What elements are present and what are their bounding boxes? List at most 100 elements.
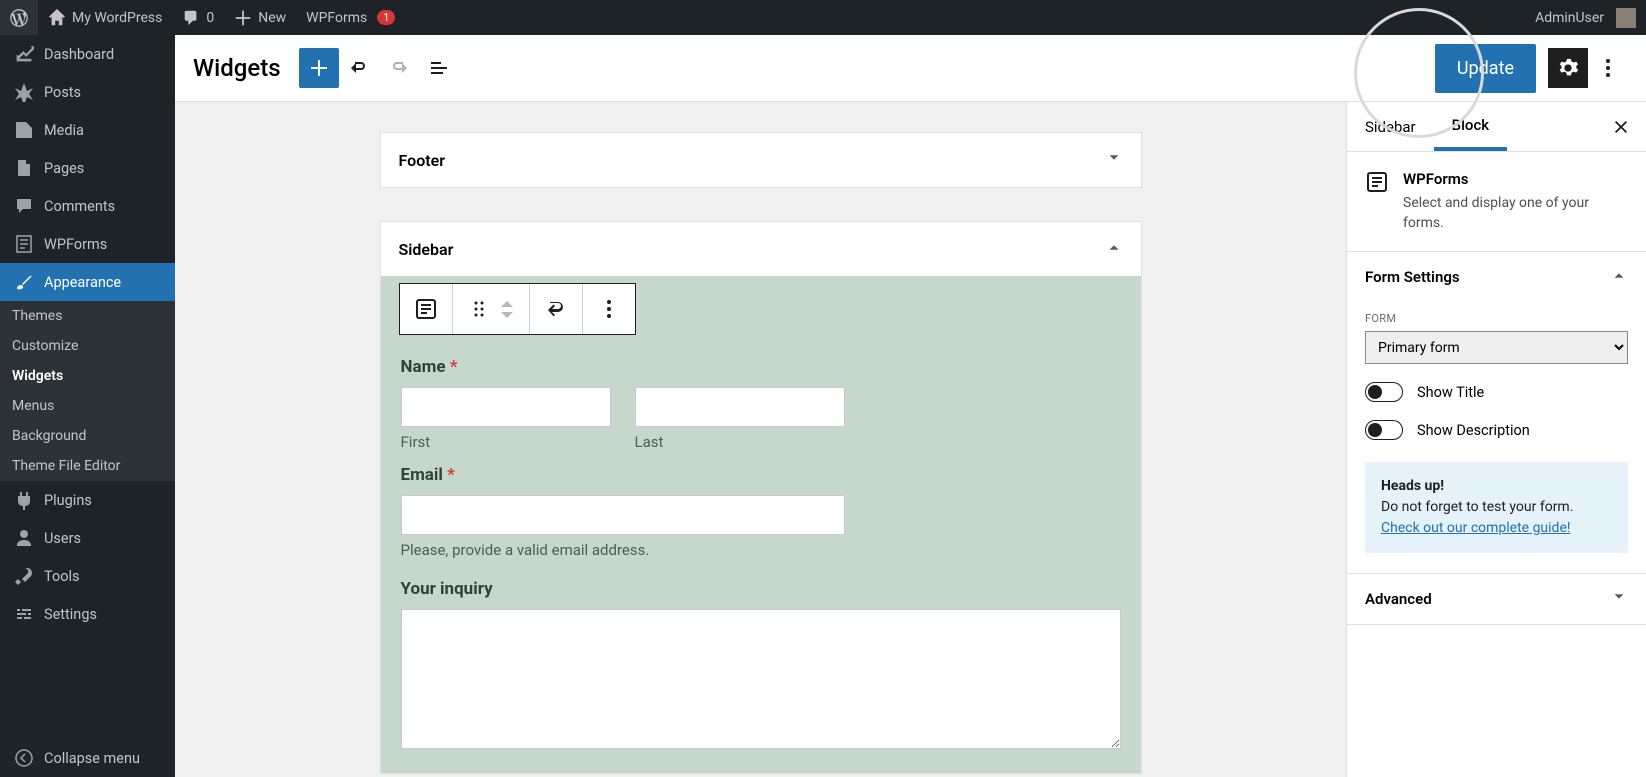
- appearance-submenu: Themes Customize Widgets Menus Backgroun…: [0, 301, 175, 481]
- close-settings-button[interactable]: [1596, 102, 1646, 151]
- email-input[interactable]: [401, 495, 845, 535]
- editor-header: Widgets Update: [175, 35, 1646, 102]
- sidebar-sub-background[interactable]: Background: [0, 421, 175, 451]
- sidebar-item-media[interactable]: Media: [0, 111, 175, 149]
- user-account-link[interactable]: AdminUser: [1525, 0, 1646, 35]
- widgets-canvas: Footer Sidebar: [175, 102, 1346, 777]
- plugin-icon: [14, 490, 34, 510]
- notice-link[interactable]: Check out our complete guide!: [1381, 520, 1571, 536]
- sidebar-item-users[interactable]: Users: [0, 519, 175, 557]
- wp-logo-link[interactable]: [0, 0, 38, 35]
- sidebar-item-plugins[interactable]: Plugins: [0, 481, 175, 519]
- form-select[interactable]: Primary form: [1365, 331, 1628, 364]
- new-content-link[interactable]: New: [224, 0, 296, 35]
- chevron-up-icon: [1105, 238, 1123, 260]
- tab-sidebar[interactable]: Sidebar: [1347, 102, 1434, 151]
- move-down-icon[interactable]: [499, 310, 515, 320]
- update-button[interactable]: Update: [1435, 44, 1536, 93]
- block-more-button[interactable]: [583, 284, 635, 334]
- widget-area-footer-header[interactable]: Footer: [381, 133, 1141, 187]
- new-label: New: [258, 10, 286, 26]
- collapse-icon: [14, 748, 34, 768]
- undo-icon: [347, 56, 371, 80]
- wpforms-count-badge: 1: [377, 10, 395, 25]
- email-label: Email *: [401, 465, 1121, 485]
- more-options-button[interactable]: [1588, 48, 1628, 88]
- block-move-handle[interactable]: [453, 284, 530, 334]
- sidebar-sub-widgets[interactable]: Widgets: [0, 361, 175, 391]
- block-name: WPForms: [1403, 170, 1628, 188]
- user-name: AdminUser: [1535, 10, 1604, 26]
- form-select-label: FORM: [1365, 312, 1628, 325]
- widget-area-sidebar-header[interactable]: Sidebar: [381, 222, 1141, 276]
- sidebar-item-posts[interactable]: Posts: [0, 73, 175, 111]
- show-title-toggle[interactable]: [1365, 382, 1403, 402]
- page-title: Widgets: [193, 54, 281, 82]
- show-description-label: Show Description: [1417, 422, 1530, 439]
- widget-area-title: Footer: [399, 151, 445, 170]
- wpforms-icon: [14, 234, 34, 254]
- admin-menu: Dashboard Posts Media Pages Comments WPF…: [0, 35, 175, 777]
- inquiry-textarea[interactable]: [401, 609, 1121, 749]
- email-hint: Please, provide a valid email address.: [401, 541, 1121, 559]
- sidebar-sub-menus[interactable]: Menus: [0, 391, 175, 421]
- more-vertical-icon: [1596, 56, 1620, 80]
- form-settings-body: FORM Primary form Show Title Show Descri…: [1347, 302, 1646, 573]
- block-move-to-button[interactable]: [530, 284, 583, 334]
- show-description-toggle[interactable]: [1365, 420, 1403, 440]
- sidebar-item-pages[interactable]: Pages: [0, 149, 175, 187]
- sidebar-item-label: Comments: [44, 198, 115, 215]
- redo-button[interactable]: [379, 48, 419, 88]
- block-toolbar: [399, 283, 636, 335]
- wpforms-block-icon: [414, 297, 438, 321]
- advanced-toggle[interactable]: Advanced: [1347, 574, 1646, 624]
- sidebar-item-label: WPForms: [44, 236, 107, 253]
- sidebar-item-dashboard[interactable]: Dashboard: [0, 35, 175, 73]
- sidebar-item-tools[interactable]: Tools: [0, 557, 175, 595]
- sidebar-item-settings[interactable]: Settings: [0, 595, 175, 633]
- document-outline-button[interactable]: [419, 48, 459, 88]
- tab-block[interactable]: Block: [1434, 102, 1507, 151]
- move-up-icon[interactable]: [499, 299, 515, 309]
- sidebar-item-label: Plugins: [44, 492, 92, 509]
- form-settings-toggle[interactable]: Form Settings: [1347, 252, 1646, 302]
- block-type-button[interactable]: [400, 284, 453, 334]
- sidebar-item-appearance[interactable]: Appearance: [0, 263, 175, 301]
- form-settings-section: Form Settings FORM Primary form Show Tit…: [1347, 252, 1646, 574]
- sidebar-item-label: Dashboard: [44, 46, 114, 63]
- sidebar-item-label: Appearance: [44, 274, 121, 291]
- chevron-up-icon: [1610, 266, 1628, 288]
- section-title: Advanced: [1365, 590, 1432, 608]
- sidebar-sub-themes[interactable]: Themes: [0, 301, 175, 331]
- wpforms-adminbar-link[interactable]: WPForms 1: [296, 0, 405, 35]
- admin-bar: My WordPress 0 New WPForms 1 AdminUser: [0, 0, 1646, 35]
- advanced-section: Advanced: [1347, 574, 1646, 625]
- sidebar-sub-customize[interactable]: Customize: [0, 331, 175, 361]
- section-title: Form Settings: [1365, 268, 1460, 286]
- pin-icon: [14, 82, 34, 102]
- sidebar-sub-theme-editor[interactable]: Theme File Editor: [0, 451, 175, 481]
- undo-button[interactable]: [339, 48, 379, 88]
- dashboard-icon: [14, 44, 34, 64]
- last-name-sublabel: Last: [635, 433, 845, 451]
- notice-text: Do not forget to test your form.: [1381, 499, 1573, 515]
- name-row: First Last: [401, 387, 1121, 451]
- redo-icon: [387, 56, 411, 80]
- collapse-menu-button[interactable]: Collapse menu: [0, 739, 175, 777]
- first-name-sublabel: First: [401, 433, 611, 451]
- sidebar-item-label: Posts: [44, 84, 81, 101]
- close-icon: [1612, 118, 1630, 136]
- wpforms-adminbar-label: WPForms: [306, 10, 367, 26]
- last-name-input[interactable]: [635, 387, 845, 427]
- sidebar-item-comments[interactable]: Comments: [0, 187, 175, 225]
- first-name-input[interactable]: [401, 387, 611, 427]
- collapse-label: Collapse menu: [44, 750, 140, 767]
- settings-panel-toggle[interactable]: [1548, 48, 1588, 88]
- sidebar-item-label: Settings: [44, 606, 97, 623]
- comments-link[interactable]: 0: [172, 0, 224, 35]
- add-block-button[interactable]: [299, 48, 339, 88]
- widget-area-title: Sidebar: [399, 240, 454, 259]
- sidebar-item-wpforms[interactable]: WPForms: [0, 225, 175, 263]
- site-home-link[interactable]: My WordPress: [38, 0, 172, 35]
- more-vertical-icon: [597, 297, 621, 321]
